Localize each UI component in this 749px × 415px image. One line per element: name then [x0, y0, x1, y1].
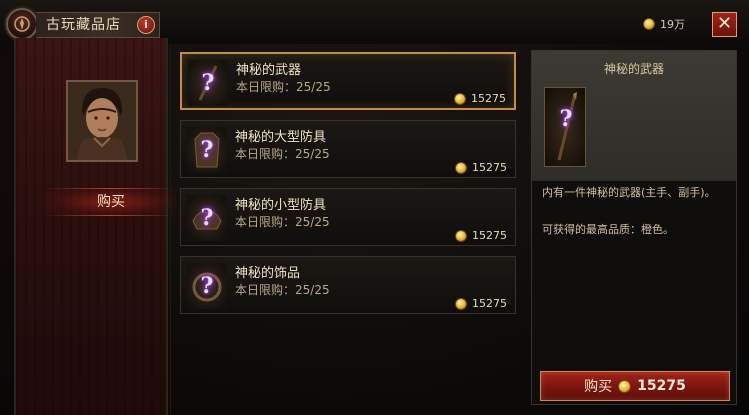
- currency-amount: 19万: [660, 18, 685, 31]
- tab-divider-top: [46, 188, 176, 189]
- item-limit: 本日限购：25/25: [235, 215, 330, 229]
- gold-coin-icon: [455, 161, 467, 174]
- mystery-weapon-icon: ?: [188, 60, 228, 106]
- sidebar: 购买: [14, 38, 176, 415]
- buy-button[interactable]: 购买 15275: [540, 371, 730, 401]
- buy-price: 15275: [637, 378, 686, 394]
- item-price: 15275: [455, 161, 507, 174]
- list-item[interactable]: ? 神秘的大型防具 本日限购：25/25 15275: [180, 120, 516, 178]
- gold-coin-icon: [455, 297, 467, 310]
- gold-coin-icon: [454, 92, 466, 105]
- item-name: 神秘的小型防具: [235, 198, 327, 213]
- price-value: 15275: [472, 297, 507, 310]
- tab-buy-label: 购买: [97, 194, 125, 210]
- close-button[interactable]: ✕: [712, 12, 737, 37]
- item-limit: 本日限购：25/25: [236, 80, 331, 94]
- divider: [170, 44, 171, 415]
- item-price: 15275: [455, 229, 507, 242]
- info-button[interactable]: i: [137, 16, 155, 34]
- gold-coin-icon: [618, 379, 632, 393]
- detail-header: 神秘的武器 ?: [532, 51, 736, 181]
- buy-button-label: 购买: [584, 379, 613, 395]
- mystery-accessory-icon: ?: [187, 263, 227, 309]
- item-price: 15275: [455, 297, 507, 310]
- list-item[interactable]: ? 神秘的小型防具 本日限购：25/25 15275: [180, 188, 516, 246]
- price-value: 15275: [471, 92, 506, 105]
- merchant-portrait: [66, 80, 138, 162]
- mystery-small-armor-icon: ?: [187, 195, 227, 241]
- item-price: 15275: [454, 92, 506, 105]
- gold-coin-icon: [643, 18, 655, 30]
- item-name: 神秘的饰品: [235, 266, 301, 281]
- item-limit: 本日限购：25/25: [235, 147, 330, 161]
- item-name: 神秘的武器: [236, 63, 302, 78]
- list-item[interactable]: ? 神秘的武器 本日限购：25/25 15275: [180, 52, 516, 110]
- price-value: 15275: [472, 229, 507, 242]
- currency-display: 19万: [643, 15, 685, 33]
- tab-buy[interactable]: 购买: [46, 188, 176, 216]
- item-limit: 本日限购：25/25: [235, 283, 330, 297]
- mystery-large-armor-icon: ?: [187, 127, 227, 173]
- mystery-weapon-icon: ?: [544, 87, 586, 167]
- detail-quality: 可获得的最高品质：橙色。: [542, 223, 674, 236]
- item-name: 神秘的大型防具: [235, 130, 327, 145]
- detail-title: 神秘的武器: [603, 62, 664, 76]
- tab-divider-bottom: [46, 215, 176, 216]
- item-detail-panel: 神秘的武器 ? 内有一件神秘的武器(主手、副手)。 可获得的最高品质：橙色。: [531, 50, 737, 405]
- price-value: 15275: [472, 161, 507, 174]
- shop-emblem-icon: [6, 8, 38, 40]
- detail-description: 内有一件神秘的武器(主手、副手)。: [542, 186, 716, 199]
- list-item[interactable]: ? 神秘的饰品 本日限购：25/25 15275: [180, 256, 516, 314]
- gold-coin-icon: [455, 229, 467, 242]
